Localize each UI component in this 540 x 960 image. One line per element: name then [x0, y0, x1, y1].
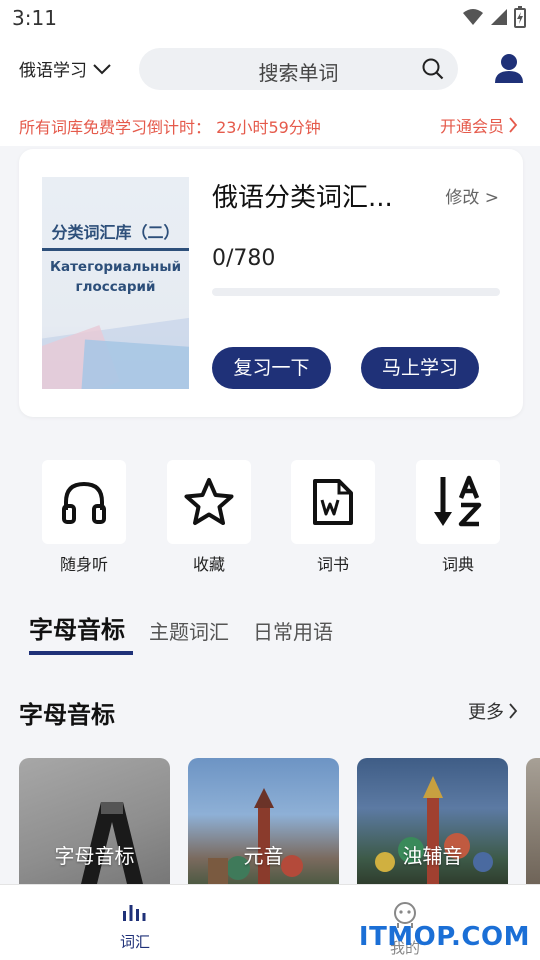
- status-icons: [462, 6, 526, 28]
- section-title: 字母音标: [19, 701, 115, 729]
- sort-az-icon: [434, 475, 482, 527]
- progress-count: 0/780: [212, 246, 276, 271]
- tab-topic-vocabulary[interactable]: 主题词汇: [149, 616, 229, 645]
- current-book-card: 分类词汇库（二） Категориальный глоссарий 俄语分类词汇…: [19, 149, 523, 417]
- tool-favorites[interactable]: 收藏: [167, 460, 251, 575]
- vip-link-label: 开通会员: [439, 117, 504, 136]
- tool-label: 词书: [316, 555, 349, 574]
- tool-label: 随身听: [59, 555, 108, 574]
- battery-icon: [514, 6, 526, 28]
- free-trial-banner: 所有词库免费学习倒计时： 23小时59分钟 开通会员: [0, 102, 540, 146]
- chevron-right-icon: [509, 117, 518, 133]
- more-link-label: 更多: [468, 702, 504, 723]
- cover-subtitle: Категориальный глоссарий: [49, 259, 182, 295]
- tab-alphabet[interactable]: 字母音标: [29, 610, 125, 645]
- review-button[interactable]: 复习一下: [212, 347, 331, 389]
- tool-listen[interactable]: 随身听: [42, 460, 126, 575]
- language-selector[interactable]: 俄语学习: [19, 56, 111, 81]
- chevron-right-icon: [509, 703, 518, 719]
- search-icon[interactable]: [422, 58, 444, 80]
- search-placeholder: 搜索单词: [258, 61, 339, 85]
- start-learning-button[interactable]: 马上学习: [361, 347, 479, 389]
- category-card-partial[interactable]: [526, 758, 540, 884]
- wifi-icon: [463, 9, 483, 25]
- tool-word-book[interactable]: 词书: [291, 460, 375, 575]
- nav-label: 词汇: [119, 933, 150, 951]
- book-cover[interactable]: 分类词汇库（二） Категориальный глоссарий: [42, 177, 189, 389]
- tool-icon-box: [416, 460, 500, 544]
- nav-vocabulary[interactable]: 词汇: [95, 901, 175, 952]
- chevron-down-icon: [93, 63, 111, 74]
- status-bar: 3:11: [0, 0, 540, 36]
- tool-icon-box: [291, 460, 375, 544]
- category-tabs: 字母音标 主题词汇 日常用语: [29, 610, 357, 645]
- tool-dictionary[interactable]: 词典: [416, 460, 500, 575]
- active-tab-indicator: [29, 651, 133, 655]
- headphones-icon: [62, 481, 106, 524]
- word-book-icon: [313, 479, 353, 525]
- category-card-alphabet[interactable]: 字母音标: [19, 758, 170, 884]
- tool-icon-box: [167, 460, 251, 544]
- category-label: 浊辅音: [402, 844, 463, 868]
- category-label: 元音: [243, 844, 284, 868]
- tool-label: 收藏: [192, 555, 225, 574]
- tool-label: 词典: [441, 555, 474, 574]
- cover-divider: [42, 248, 189, 251]
- more-link[interactable]: 更多: [468, 698, 518, 724]
- search-input[interactable]: 搜索单词: [139, 48, 458, 90]
- watermark: ITMOP.COM: [358, 922, 530, 952]
- bar-chart-icon: [123, 905, 146, 921]
- star-icon: [184, 478, 234, 525]
- countdown-text: 所有词库免费学习倒计时： 23小时59分钟: [19, 118, 321, 137]
- category-card-vowels[interactable]: 元音: [188, 758, 339, 884]
- cover-title: 分类词汇库（二）: [51, 223, 180, 242]
- edit-book-link[interactable]: 修改 >: [445, 183, 499, 208]
- tab-daily-phrases[interactable]: 日常用语: [253, 616, 333, 645]
- user-profile-icon[interactable]: [494, 52, 524, 84]
- category-card-voiced-consonants[interactable]: 浊辅音: [357, 758, 508, 884]
- language-label: 俄语学习: [19, 61, 87, 81]
- header: 俄语学习 搜索单词: [0, 36, 540, 102]
- category-label: 字母音标: [54, 844, 135, 868]
- status-time: 3:11: [12, 6, 57, 30]
- signal-icon: [491, 9, 507, 25]
- tool-icon-box: [42, 460, 126, 544]
- book-title: 俄语分类词汇...: [212, 183, 393, 213]
- cover-decoration: [79, 339, 189, 389]
- progress-bar: [212, 288, 500, 296]
- vip-link[interactable]: 开通会员: [440, 113, 518, 137]
